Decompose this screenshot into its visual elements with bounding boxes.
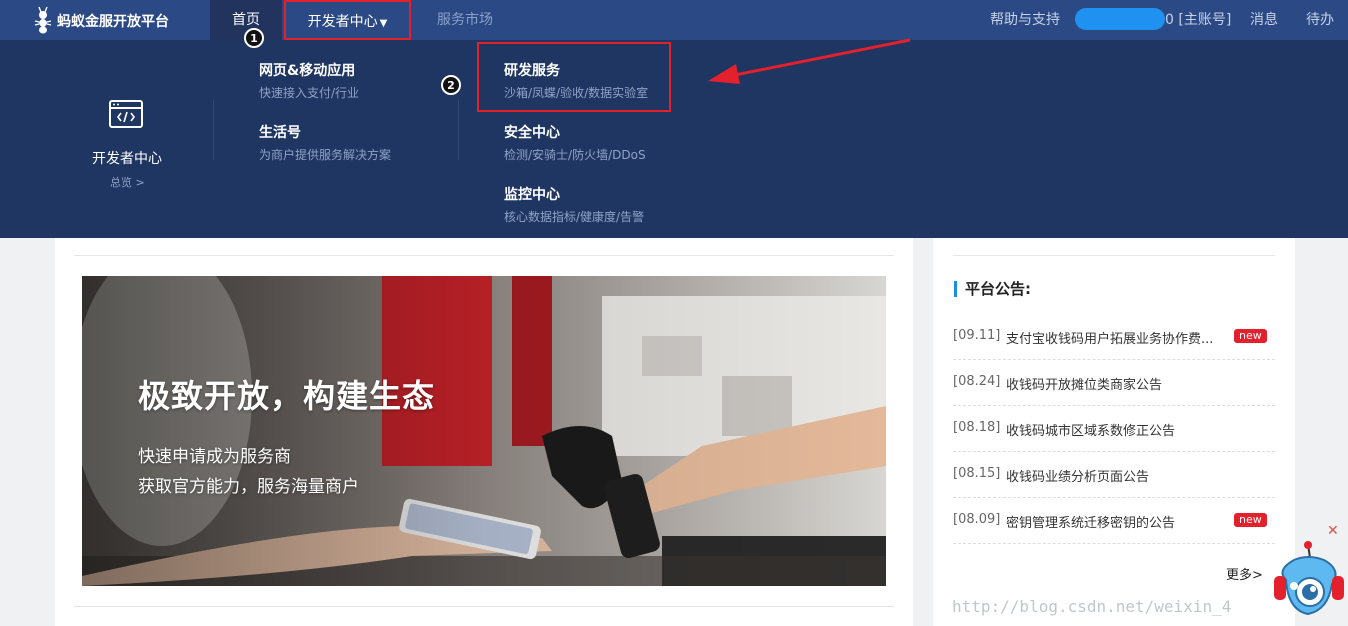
caret-down-icon: ▼ [379, 18, 388, 29]
top-nav-bar: 蚂蚁金服开放平台 首页 开发者中心 ▼ 服务市场 帮助与支持 0 [主账号] 消息… [0, 0, 1348, 40]
divider [74, 255, 894, 256]
announcement-item[interactable]: [08.15] 收钱码业绩分析页面公告 [953, 452, 1275, 498]
dropdown-overview-title[interactable]: 开发者中心 [92, 148, 162, 168]
nav-service-market[interactable]: 服务市场 [437, 0, 493, 40]
banner-image[interactable] [82, 276, 886, 586]
banner-photo [82, 276, 886, 586]
developer-center-dropdown: 开发者中心 总览 > 网页&移动应用 快速接入支付/行业 生活号 为商户提供服务… [0, 40, 1348, 238]
announcement-item[interactable]: [08.09] 密钥管理系统迁移密钥的公告 new [953, 498, 1275, 544]
announcement-item[interactable]: [08.18] 收钱码城市区域系数修正公告 [953, 406, 1275, 452]
divider [74, 606, 894, 607]
page-root: 蚂蚁金服开放平台 首页 开发者中心 ▼ 服务市场 帮助与支持 0 [主账号] 消息… [0, 0, 1348, 626]
new-badge: new [1234, 329, 1267, 343]
announcement-date: [08.09] [953, 512, 1001, 527]
robot-assistant-icon[interactable] [1266, 540, 1348, 626]
highlight-box-rd-services [477, 42, 671, 112]
nav-help-support[interactable]: 帮助与支持 [990, 0, 1060, 40]
brand-name[interactable]: 蚂蚁金服开放平台 [57, 11, 169, 31]
nav-developer-center-label: 开发者中心 [307, 14, 378, 30]
announcement-title[interactable]: 收钱码城市区域系数修正公告 [1006, 420, 1175, 439]
step-badge-2: 2 [441, 75, 461, 95]
announcement-heading: 平台公告: [954, 281, 1031, 297]
announcement-date: [08.15] [953, 466, 1001, 481]
nav-messages[interactable]: 消息 [1250, 0, 1278, 40]
banner-subtitle-2: 获取官方能力，服务海量商户 [138, 477, 359, 497]
menu-item-web-mobile-title[interactable]: 网页&移动应用 [259, 60, 355, 80]
banner-title: 极致开放，构建生态 [138, 377, 436, 415]
menu-divider [213, 100, 214, 160]
announcement-title[interactable]: 收钱码开放摊位类商家公告 [1006, 374, 1162, 393]
nav-todo[interactable]: 待办 [1306, 0, 1334, 40]
dropdown-overview-link[interactable]: 总览 > [110, 174, 145, 190]
account-type[interactable]: 0 [主账号] [1165, 0, 1231, 40]
announcement-date: [09.11] [953, 328, 1001, 343]
menu-divider [458, 100, 459, 160]
annotation-arrow-icon [708, 38, 911, 84]
more-announcements-link[interactable]: 更多> [1226, 564, 1263, 583]
menu-item-web-mobile-desc[interactable]: 快速接入支付/行业 [259, 84, 359, 101]
ant-logo-icon[interactable] [29, 5, 57, 35]
announcement-item[interactable]: [08.24] 收钱码开放摊位类商家公告 [953, 360, 1275, 406]
account-name-redacted [1075, 8, 1165, 30]
announcement-item[interactable]: [09.11] 支付宝收钱码用户拓展业务协作费... new [953, 314, 1275, 360]
menu-item-monitoring-title[interactable]: 监控中心 [504, 184, 560, 204]
menu-item-lifestyle-desc[interactable]: 为商户提供服务解决方案 [259, 146, 391, 163]
step-badge-1: 1 [244, 28, 264, 48]
new-badge: new [1234, 513, 1267, 527]
code-window-icon [109, 100, 143, 128]
announcement-title[interactable]: 收钱码业绩分析页面公告 [1006, 466, 1149, 485]
banner-subtitle-1: 快速申请成为服务商 [138, 447, 291, 467]
divider [953, 255, 1275, 256]
menu-item-security-desc[interactable]: 检测/安骑士/防火墙/DDoS [504, 146, 646, 163]
announcement-date: [08.18] [953, 420, 1001, 435]
watermark-text: http://blog.csdn.net/weixin_4 [952, 597, 1232, 616]
nav-developer-center[interactable]: 开发者中心 ▼ [284, 0, 411, 40]
announcement-title[interactable]: 支付宝收钱码用户拓展业务协作费... [1006, 328, 1213, 347]
close-icon[interactable]: ✕ [1327, 523, 1339, 539]
menu-item-lifestyle-title[interactable]: 生活号 [259, 122, 301, 142]
announcement-title[interactable]: 密钥管理系统迁移密钥的公告 [1006, 512, 1175, 531]
menu-item-monitoring-desc[interactable]: 核心数据指标/健康度/告警 [504, 208, 644, 225]
menu-item-security-title[interactable]: 安全中心 [504, 122, 560, 142]
announcement-date: [08.24] [953, 374, 1001, 389]
